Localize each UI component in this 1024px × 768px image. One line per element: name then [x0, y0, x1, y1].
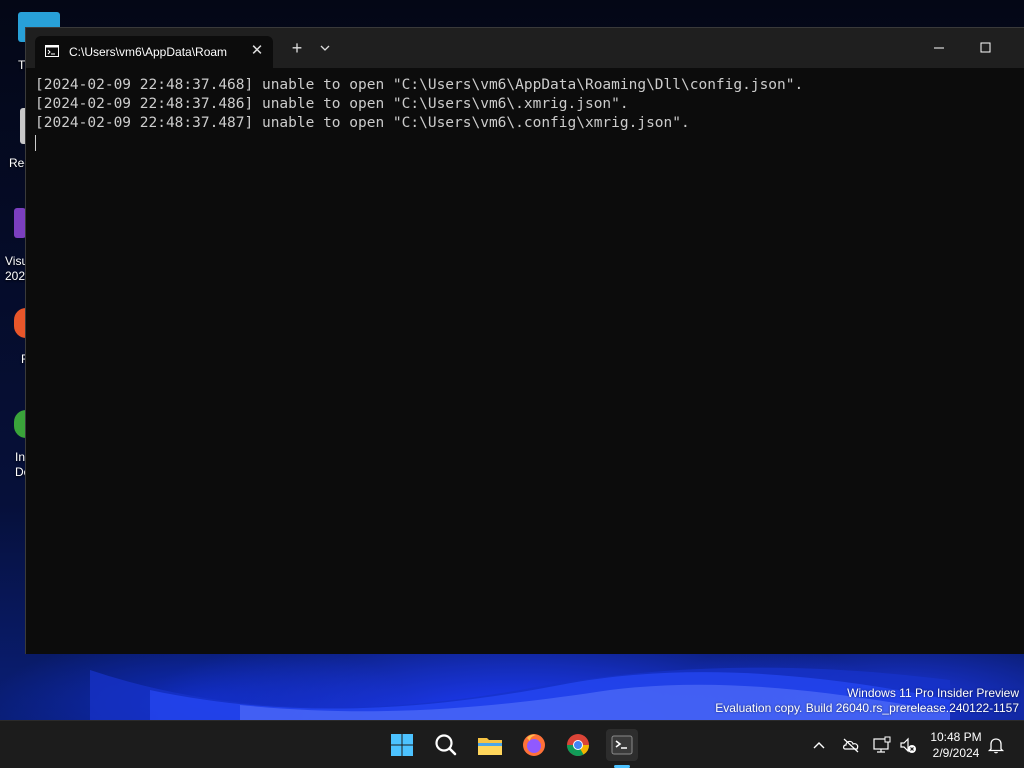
start-icon[interactable]: [386, 729, 418, 761]
output-line: [2024-02-09 22:48:37.487] unable to open…: [35, 115, 690, 131]
tab-close-button[interactable]: ✕: [249, 42, 265, 60]
network-icon[interactable]: [872, 735, 892, 755]
chrome-icon[interactable]: [562, 729, 594, 761]
system-clock[interactable]: 10:48 PM 2/9/2024: [926, 729, 986, 761]
clock-date: 2/9/2024: [932, 746, 980, 760]
clock-time: 10:48 PM: [930, 730, 982, 744]
chevron-up-icon[interactable]: [809, 735, 829, 755]
terminal-icon[interactable]: [606, 729, 638, 761]
terminal-window[interactable]: C:\Users\vm6\AppData\Roam ✕ + [2024-02-0…: [25, 27, 1024, 654]
maximize-button[interactable]: [962, 36, 1008, 60]
tab-title: C:\Users\vm6\AppData\Roam: [69, 45, 228, 59]
taskbar: 10:48 PM 2/9/2024: [0, 720, 1024, 768]
output-line: [2024-02-09 22:48:37.468] unable to open…: [35, 77, 804, 93]
chevron-down-icon[interactable]: [316, 39, 334, 57]
file-explorer-icon[interactable]: [474, 729, 506, 761]
output-line: [2024-02-09 22:48:37.486] unable to open…: [35, 96, 629, 112]
text-cursor: [35, 135, 36, 151]
tab-terminal[interactable]: C:\Users\vm6\AppData\Roam ✕: [35, 36, 273, 68]
title-bar[interactable]: C:\Users\vm6\AppData\Roam ✕ +: [26, 28, 1024, 68]
new-tab-button[interactable]: +: [287, 38, 307, 60]
watermark-line-2: Evaluation copy. Build 26040.rs_prerelea…: [715, 701, 1019, 715]
notification-bell-icon[interactable]: [986, 735, 1006, 755]
search-icon[interactable]: [430, 729, 462, 761]
evaluation-watermark: Windows 11 Pro Insider Preview Evaluatio…: [715, 686, 1019, 716]
onedrive-offline-icon[interactable]: [841, 735, 861, 755]
minimize-button[interactable]: [916, 36, 962, 60]
cmd-icon: [45, 45, 59, 57]
terminal-output[interactable]: [2024-02-09 22:48:37.468] unable to open…: [26, 68, 1024, 654]
watermark-line-1: Windows 11 Pro Insider Preview: [847, 686, 1019, 700]
firefox-icon[interactable]: [518, 729, 550, 761]
volume-muted-icon[interactable]: [898, 735, 918, 755]
